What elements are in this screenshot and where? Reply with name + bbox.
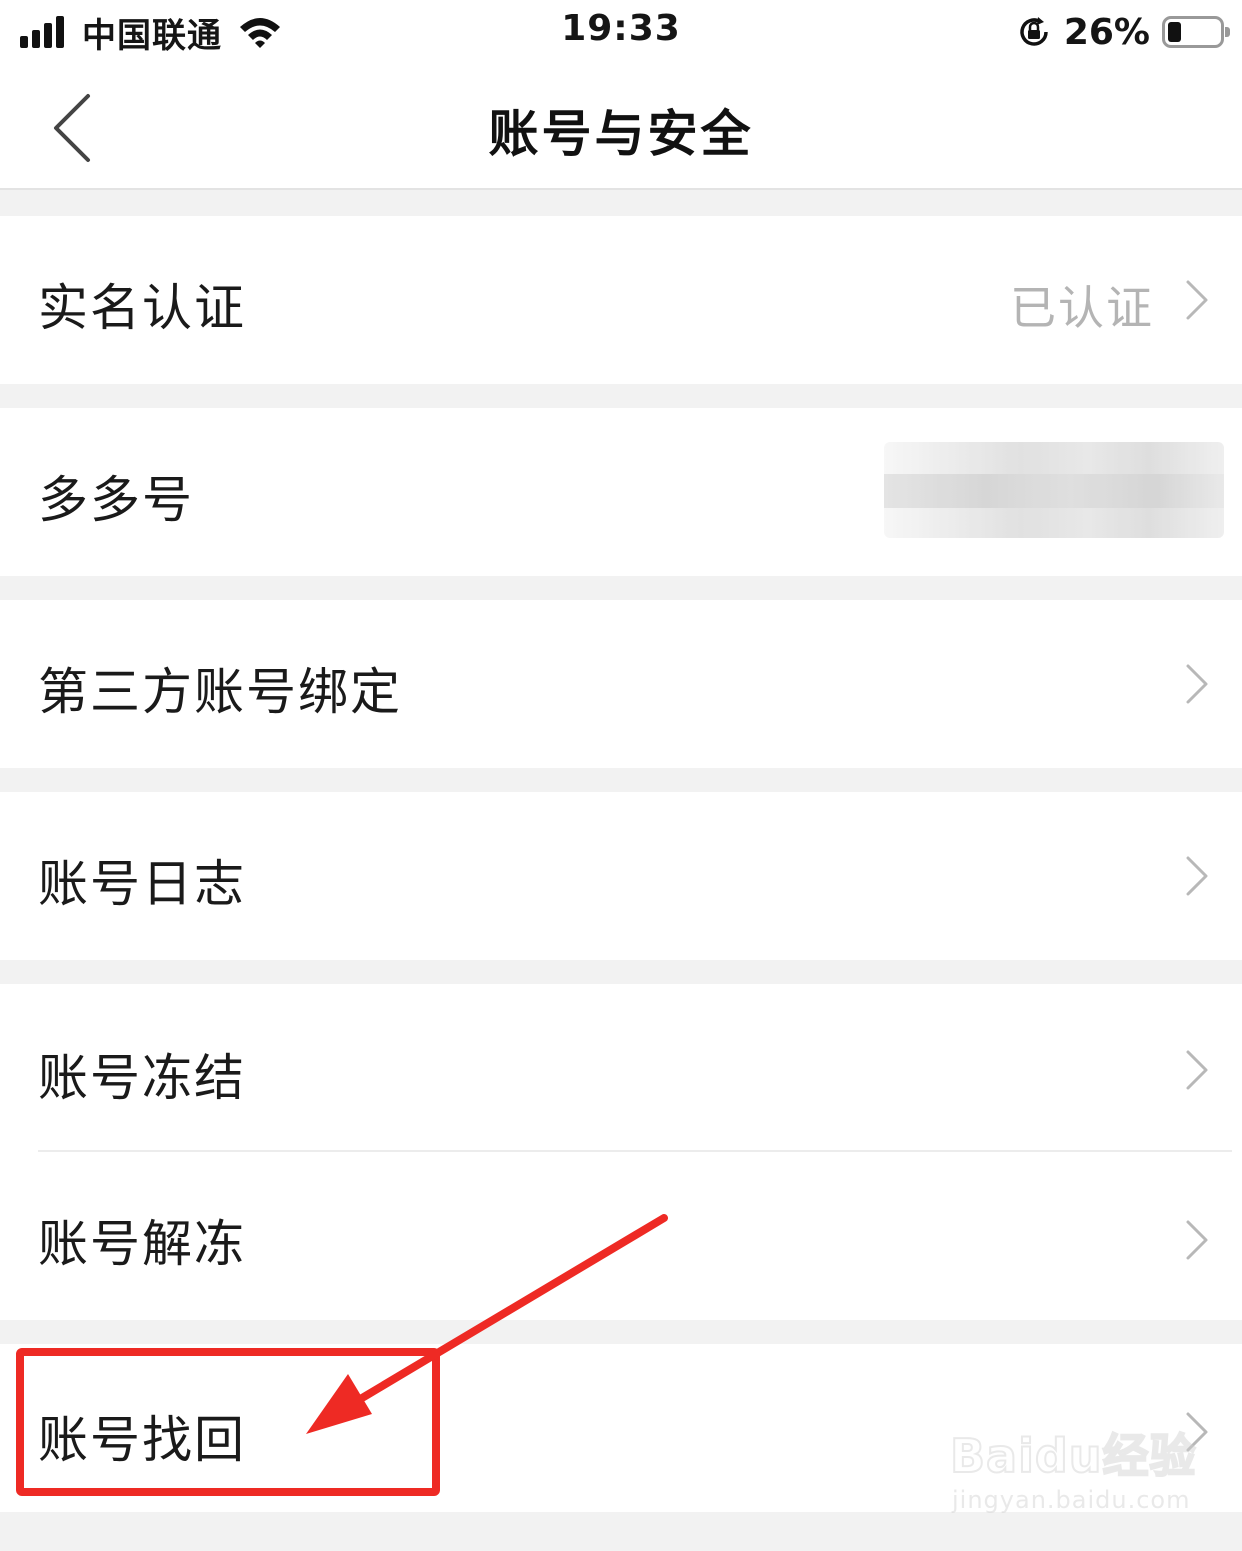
list-item-account-unfreeze[interactable]: 账号解冻 (0, 1152, 1242, 1320)
redacted-value (884, 442, 1224, 538)
list-item-account-freeze[interactable]: 账号冻结 (0, 984, 1242, 1150)
status-right: 26% (1016, 10, 1230, 54)
list-item-real-name-verification[interactable]: 实名认证 已认证 (0, 216, 1242, 384)
nav-bar: 账号与安全 (0, 64, 1242, 190)
list-item-third-party-binding[interactable]: 第三方账号绑定 (0, 600, 1242, 768)
list-item-label: 多多号 (38, 471, 194, 529)
chevron-right-icon (1186, 1050, 1208, 1090)
orientation-lock-icon (1020, 17, 1048, 46)
list-item-label: 账号日志 (38, 855, 246, 913)
list-item-label: 账号冻结 (38, 1049, 246, 1107)
chevron-right-icon (1186, 280, 1208, 320)
battery-percent: 26% (1063, 11, 1150, 53)
verification-status: 已认证 (1010, 281, 1154, 335)
list-item-label: 第三方账号绑定 (38, 663, 402, 721)
battery-icon (1162, 16, 1230, 48)
highlight-box (16, 1348, 440, 1496)
chevron-right-icon (1186, 856, 1208, 896)
page-title: 账号与安全 (488, 105, 754, 163)
chevron-right-icon (1186, 1220, 1208, 1260)
chevron-right-icon (1186, 664, 1208, 704)
list-item-label: 账号解冻 (38, 1215, 246, 1273)
watermark-url: jingyan.baidu.com (952, 1486, 1191, 1514)
status-bar: 中国联通 19:33 26% (0, 0, 1242, 64)
watermark: Baidu经验 jingyan.baidu.com (949, 1412, 1210, 1532)
list-item-account-log[interactable]: 账号日志 (0, 792, 1242, 960)
watermark-logo: Baidu经验 (949, 1428, 1197, 1484)
list-item-label: 实名认证 (38, 279, 246, 337)
battery-fill (1168, 22, 1181, 42)
